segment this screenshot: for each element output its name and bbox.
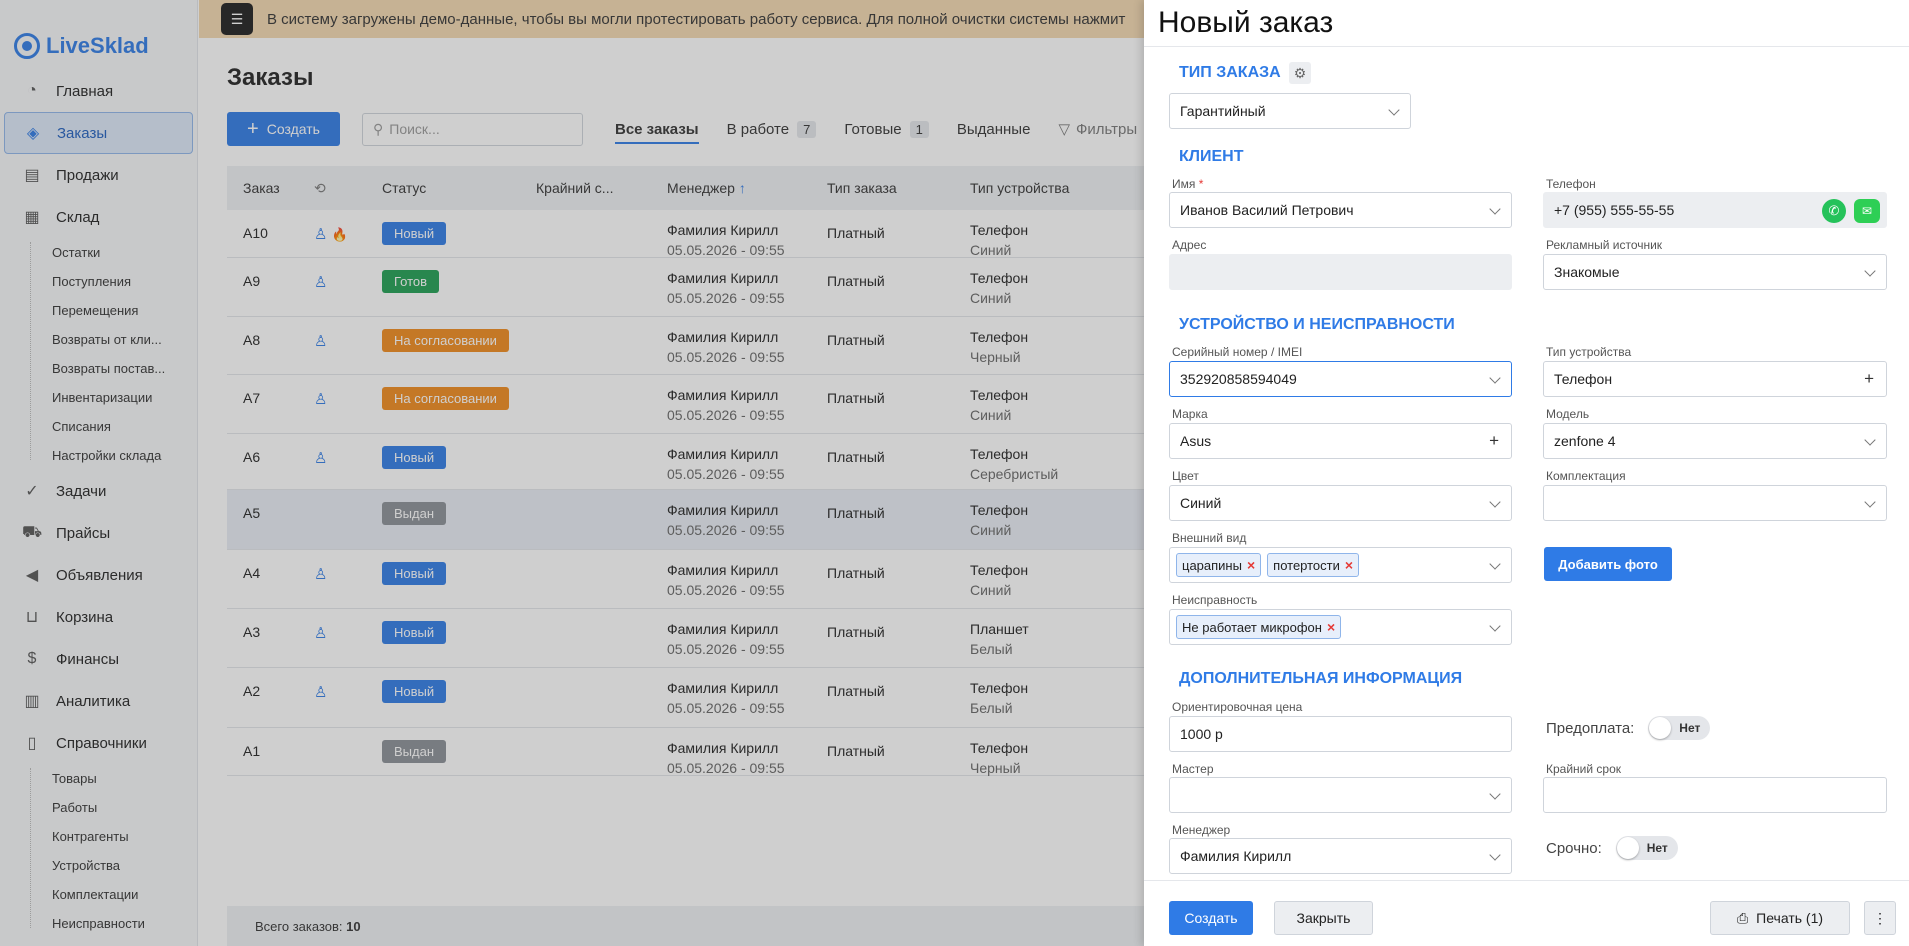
whatsapp-icon[interactable]: ✆ (1822, 199, 1846, 223)
deadline-field[interactable] (1543, 777, 1887, 813)
serial-field[interactable]: 352920858594049 (1169, 361, 1512, 397)
address-label: Адрес (1172, 238, 1207, 252)
tag-label: царапины (1182, 557, 1242, 573)
brand-label: Марка (1172, 407, 1208, 421)
modal-backdrop[interactable] (0, 0, 1144, 946)
kit-label: Комплектация (1546, 469, 1626, 483)
chevron-down-icon (1489, 788, 1501, 800)
drawer-title: Новый заказ (1158, 6, 1334, 39)
chevron-down-icon (1489, 496, 1501, 508)
phone-field[interactable]: +7 (955) 555-55-55 ✆ ✉ (1543, 192, 1887, 228)
price-value: 1000 р (1180, 726, 1223, 742)
model-value: zenfone 4 (1554, 433, 1616, 449)
tag-chip: царапины × (1176, 553, 1262, 577)
name-label-text: Имя (1172, 177, 1196, 191)
chevron-down-icon (1864, 434, 1876, 446)
master-label: Мастер (1172, 762, 1214, 776)
urgent-value: Нет (1646, 841, 1668, 855)
tag-chip: Не работает микрофон × (1176, 615, 1342, 639)
gear-icon[interactable]: ⚙ (1289, 62, 1311, 84)
ad-source-value: Знакомые (1554, 264, 1620, 280)
add-photo-button[interactable]: Добавить фото (1544, 547, 1672, 581)
order-type-select[interactable]: Гарантийный (1169, 93, 1411, 129)
manager-value: Фамилия Кирилл (1180, 848, 1292, 864)
price-label: Ориентировочная цена (1172, 700, 1303, 714)
remove-tag-icon[interactable]: × (1247, 557, 1255, 573)
chevron-down-icon (1489, 620, 1501, 632)
print-label: Печать (1) (1756, 910, 1824, 926)
deadline-label: Крайний срок (1546, 762, 1622, 776)
manager-select[interactable]: Фамилия Кирилл (1169, 838, 1512, 874)
client-name-field[interactable]: Иванов Василий Петрович (1169, 192, 1512, 228)
print-button[interactable]: ⎙ Печать (1) (1710, 901, 1850, 935)
kit-select[interactable] (1543, 485, 1887, 521)
brand-value: Asus (1180, 433, 1212, 449)
model-select[interactable]: zenfone 4 (1543, 423, 1887, 459)
appearance-field[interactable]: царапины × потертости × (1169, 547, 1512, 583)
urgent-label: Срочно: (1546, 839, 1602, 857)
tag-label: потертости (1273, 557, 1340, 573)
section-client: КЛИЕНТ (1179, 148, 1244, 165)
required-mark: * (1198, 177, 1204, 191)
address-field[interactable] (1169, 254, 1512, 290)
prepayment-toggle[interactable]: Нет (1648, 716, 1711, 740)
drawer-footer: Создать Закрыть ⎙ Печать (1) ⋮ (1144, 880, 1909, 946)
chevron-down-icon (1864, 265, 1876, 277)
phone-value: +7 (955) 555-55-55 (1554, 202, 1675, 218)
urgent-toggle[interactable]: Нет (1615, 836, 1678, 860)
color-select[interactable]: Синий (1169, 485, 1512, 521)
brand-field[interactable]: Asus + (1169, 423, 1512, 459)
section-device: УСТРОЙСТВО И НЕИСПРАВНОСТИ (1179, 316, 1455, 333)
more-vertical-icon: ⋮ (1873, 909, 1887, 926)
order-type-value: Гарантийный (1180, 103, 1266, 119)
phone-label: Телефон (1546, 177, 1596, 191)
serial-label: Серийный номер / IMEI (1172, 345, 1303, 359)
prepay-value: Нет (1679, 721, 1701, 735)
master-select[interactable] (1169, 777, 1512, 813)
serial-value: 352920858594049 (1180, 371, 1297, 387)
malfunction-label: Неисправность (1172, 593, 1258, 607)
remove-tag-icon[interactable]: × (1345, 557, 1353, 573)
color-label: Цвет (1172, 469, 1199, 483)
ad-source-label: Рекламный источник (1546, 238, 1663, 252)
section-extra-info: ДОПОЛНИТЕЛЬНАЯ ИНФОРМАЦИЯ (1179, 670, 1463, 687)
chevron-down-icon (1489, 372, 1501, 384)
client-name-value: Иванов Василий Петрович (1180, 202, 1354, 218)
device-type-field[interactable]: Телефон + (1543, 361, 1887, 397)
printer-icon: ⎙ (1736, 909, 1749, 926)
remove-tag-icon[interactable]: × (1327, 619, 1335, 635)
ad-source-select[interactable]: Знакомые (1543, 254, 1887, 290)
appearance-label: Внешний вид (1172, 531, 1247, 545)
device-type-label: Тип устройства (1546, 345, 1632, 359)
malfunction-field[interactable]: Не работает микрофон × (1169, 609, 1512, 645)
name-label: Имя * (1172, 177, 1203, 191)
drawer-header: Новый заказ (1144, 0, 1909, 47)
prepay-label: Предоплата: (1546, 719, 1635, 737)
chevron-down-icon (1864, 496, 1876, 508)
tag-label: Не работает микрофон (1182, 619, 1322, 635)
section-order-type: ТИП ЗАКАЗА (1179, 64, 1281, 81)
device-type-value: Телефон (1554, 371, 1613, 387)
price-field[interactable]: 1000 р (1169, 716, 1512, 752)
chevron-down-icon (1388, 104, 1400, 116)
model-label: Модель (1546, 407, 1590, 421)
more-menu-button[interactable]: ⋮ (1864, 901, 1896, 935)
tag-chip: потертости × (1267, 553, 1360, 577)
close-button[interactable]: Закрыть (1274, 901, 1373, 935)
color-value: Синий (1180, 495, 1222, 511)
message-icon[interactable]: ✉ (1854, 199, 1880, 223)
prepayment-toggle-row: Предоплата: Нет (1546, 716, 1711, 740)
urgent-toggle-row: Срочно: Нет (1546, 836, 1678, 860)
chevron-down-icon (1489, 849, 1501, 861)
manager-label: Менеджер (1172, 823, 1231, 837)
plus-icon[interactable]: + (1489, 431, 1499, 451)
chevron-down-icon (1489, 203, 1501, 215)
create-button[interactable]: Создать (1169, 901, 1253, 935)
plus-icon[interactable]: + (1864, 369, 1874, 389)
chevron-down-icon (1489, 558, 1501, 570)
new-order-drawer: Новый заказ ТИП ЗАКАЗА ⚙ Гарантийный КЛИ… (1144, 0, 1909, 946)
